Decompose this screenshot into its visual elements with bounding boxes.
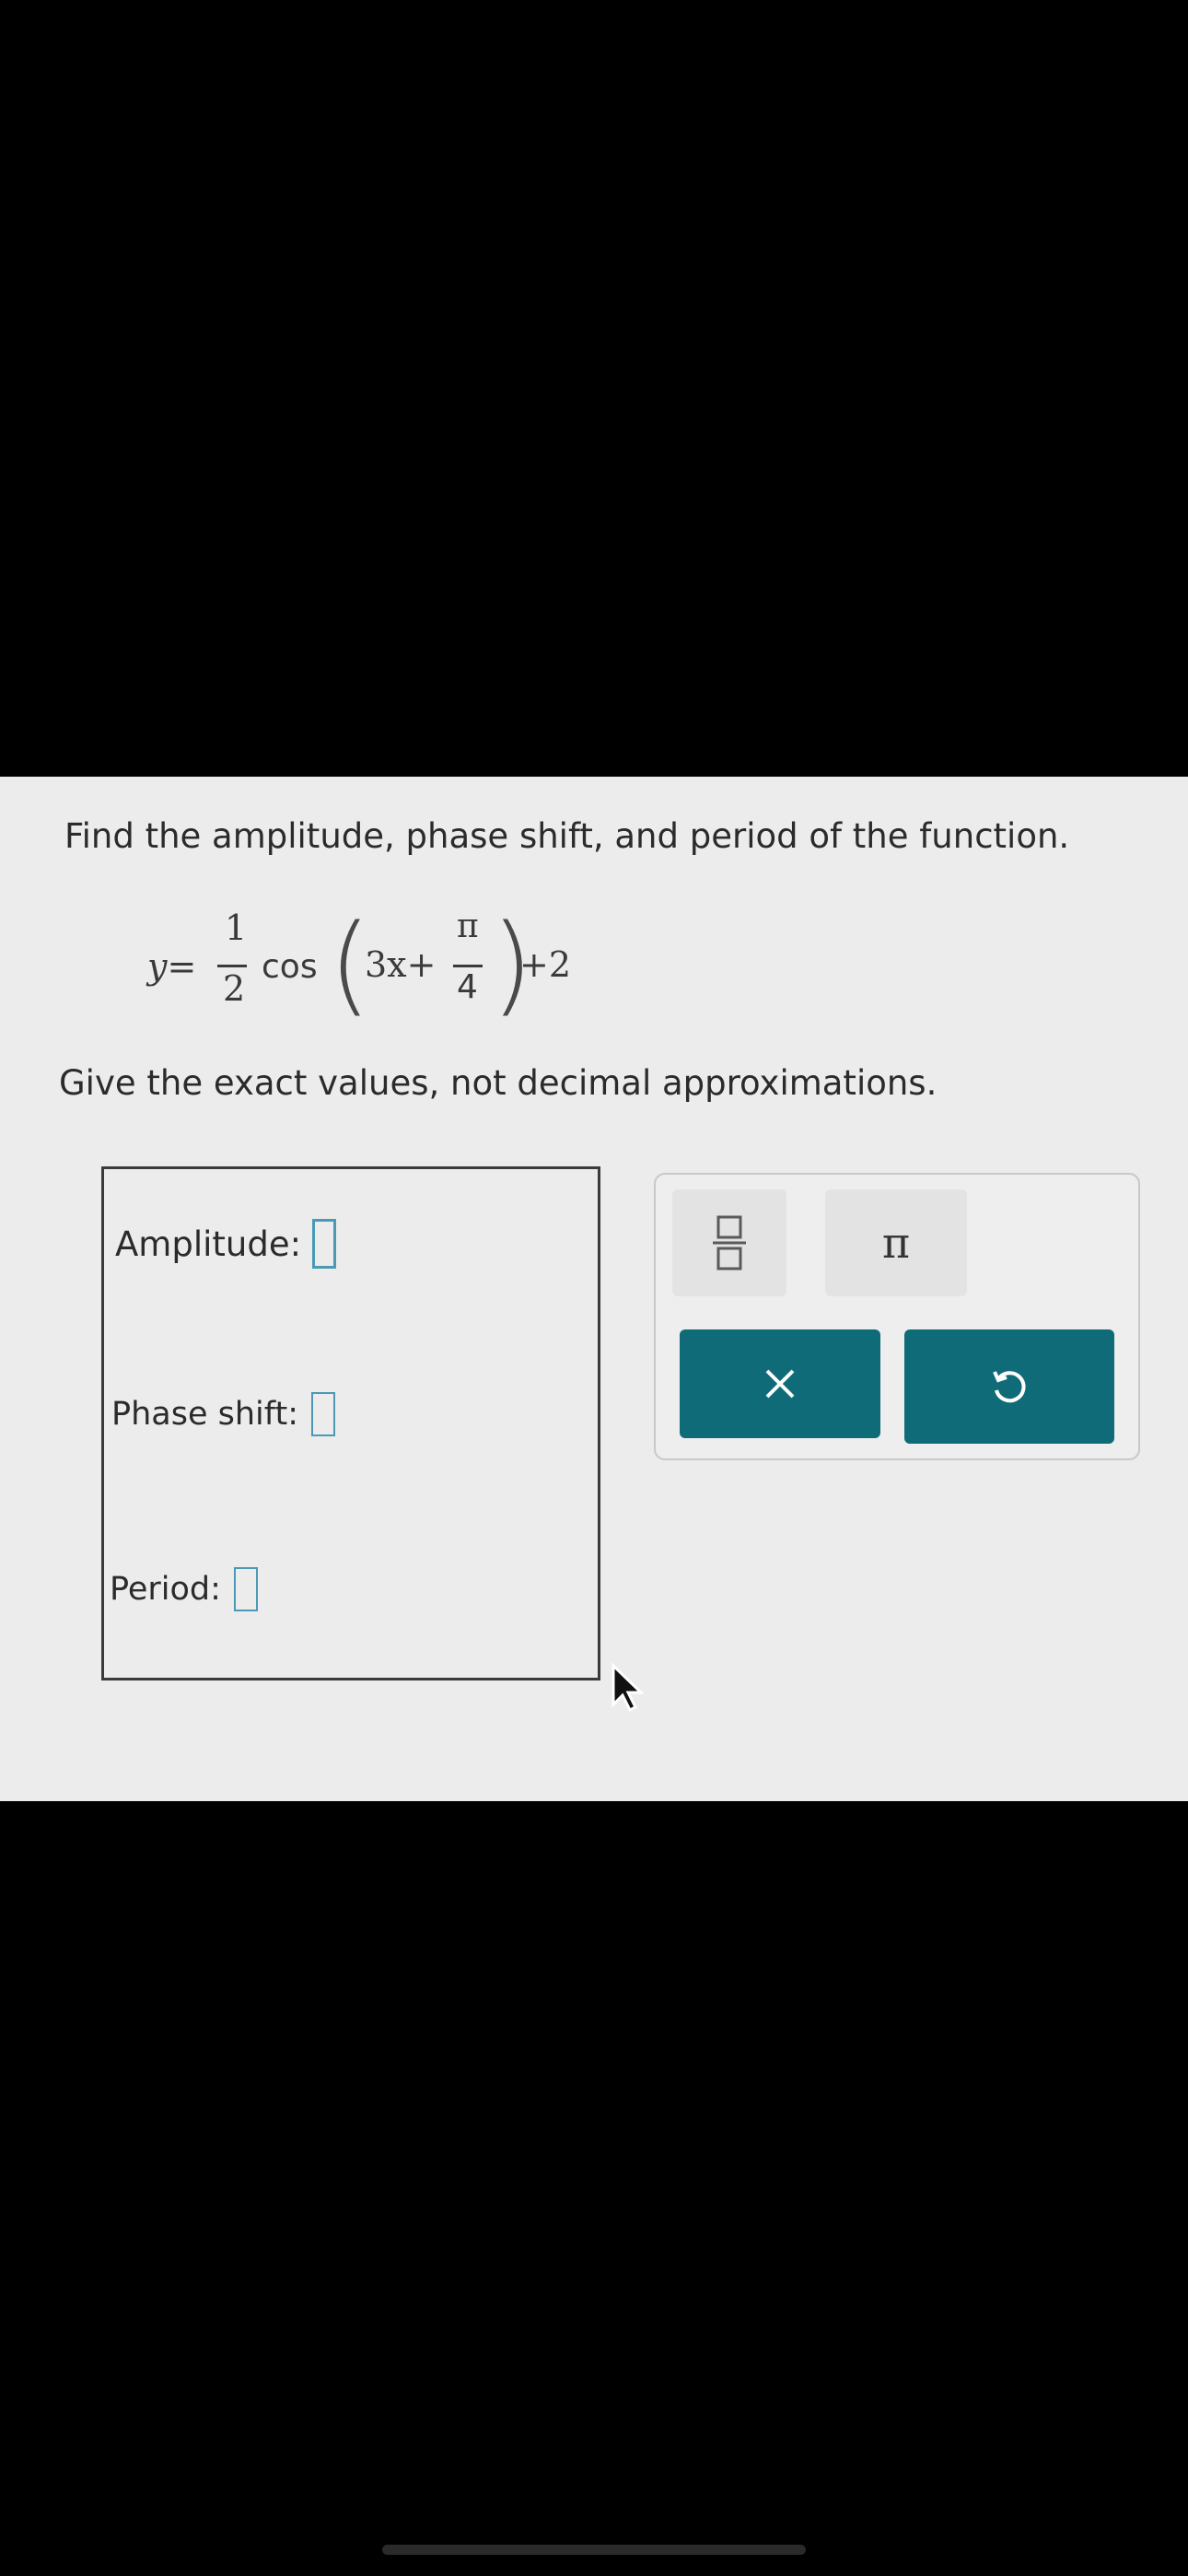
shift-denominator: 4 [457, 968, 478, 1006]
math-keypad: π [654, 1173, 1140, 1460]
fraction-icon [713, 1215, 746, 1270]
amplitude-input[interactable] [312, 1219, 337, 1269]
period-input[interactable] [233, 1567, 258, 1611]
phase-shift-row: Phase shift: [111, 1392, 335, 1436]
coef-denominator: 2 [223, 968, 246, 1009]
period-row: Period: [110, 1567, 258, 1611]
inner-term: 3x+ [365, 944, 437, 985]
answer-box: Amplitude: Phase shift: Period: [101, 1166, 600, 1680]
amplitude-row: Amplitude: [115, 1219, 337, 1269]
shift-numerator: π [457, 907, 479, 945]
undo-icon [993, 1371, 1026, 1403]
question-prompt: Find the amplitude, phase shift, and per… [64, 816, 1070, 856]
instruction-text: Give the exact values, not decimal appro… [59, 1063, 938, 1103]
shift-fraction-bar [453, 965, 483, 967]
function-name: cos [262, 948, 318, 986]
phase-shift-label: Phase shift: [111, 1396, 298, 1433]
clear-key[interactable] [680, 1329, 880, 1438]
home-indicator[interactable] [382, 2545, 806, 2555]
function-equation: y= 1 2 cos ( 3x+ π 4 ) +2 [147, 900, 626, 1027]
screen: Find the amplitude, phase shift, and per… [0, 0, 1188, 2576]
phase-shift-input[interactable] [311, 1392, 335, 1436]
coef-fraction-bar [217, 965, 247, 967]
close-icon [765, 1369, 795, 1399]
pi-key-label: π [881, 1218, 911, 1268]
equation-lhs: y= [147, 946, 197, 987]
amplitude-label: Amplitude: [115, 1224, 302, 1264]
coef-numerator: 1 [225, 907, 248, 948]
fraction-key[interactable] [672, 1189, 786, 1296]
mouse-cursor-icon [611, 1662, 645, 1713]
equation-tail: +2 [519, 944, 572, 985]
period-label: Period: [110, 1571, 221, 1608]
undo-key[interactable] [904, 1329, 1114, 1444]
pi-key[interactable]: π [825, 1189, 967, 1296]
